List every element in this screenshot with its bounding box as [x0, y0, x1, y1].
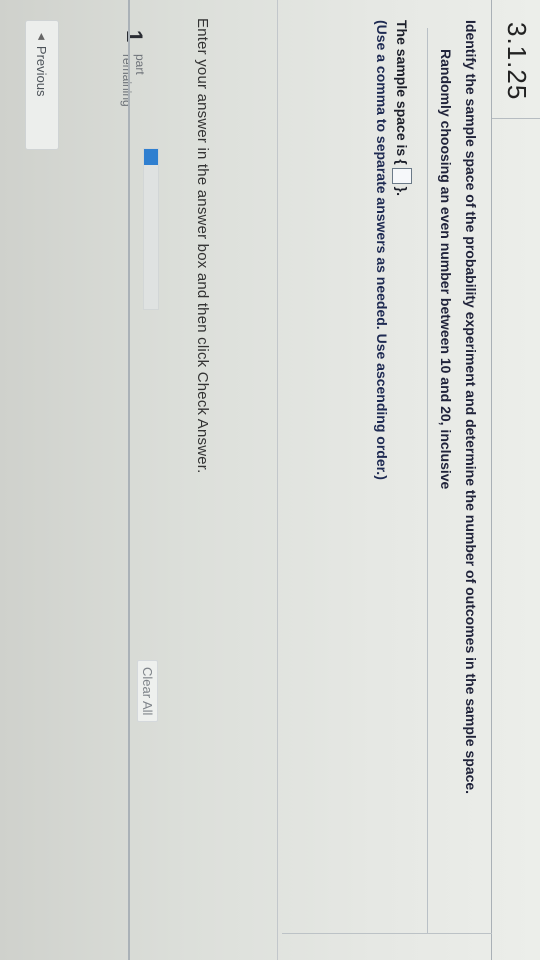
answer-input[interactable]: [392, 167, 412, 184]
triangle-left-icon: ◀: [37, 33, 48, 40]
answer-hint: (Use a comma to separate answers as need…: [374, 20, 390, 480]
parts-label-line2: remaining: [120, 54, 134, 107]
clear-all-button[interactable]: Clear All: [137, 660, 158, 723]
footer-divider: [128, 0, 130, 960]
question-prompt: Identify the sample space of the probabi…: [463, 20, 479, 795]
instruction-text: Enter your answer in the answer box and …: [194, 18, 211, 474]
brace-close: }.: [394, 186, 410, 196]
parts-remaining-label: part remaining: [120, 54, 147, 107]
previous-label: Previous: [34, 45, 50, 97]
progress-bar: [143, 148, 159, 310]
answer-prefix: The sample space is: [394, 20, 410, 157]
panel-border: [282, 933, 492, 934]
title-divider: [491, 0, 492, 960]
header-divider: [492, 118, 540, 119]
previous-button[interactable]: ◀ Previous: [25, 20, 59, 150]
section-divider: [427, 28, 428, 933]
experiment-description: Randomly choosing an even number between…: [438, 49, 454, 490]
answer-line: The sample space is { }.: [392, 20, 412, 196]
brace-open: {: [394, 159, 410, 165]
progress-fill: [144, 149, 158, 165]
question-bottom-divider: [277, 0, 278, 960]
question-page: 3.1.25 Identify the sample space of the …: [0, 0, 540, 960]
question-number: 3.1.25: [502, 22, 532, 101]
parts-label-line1: part: [133, 54, 147, 75]
parts-remaining-count: 1: [122, 30, 147, 43]
